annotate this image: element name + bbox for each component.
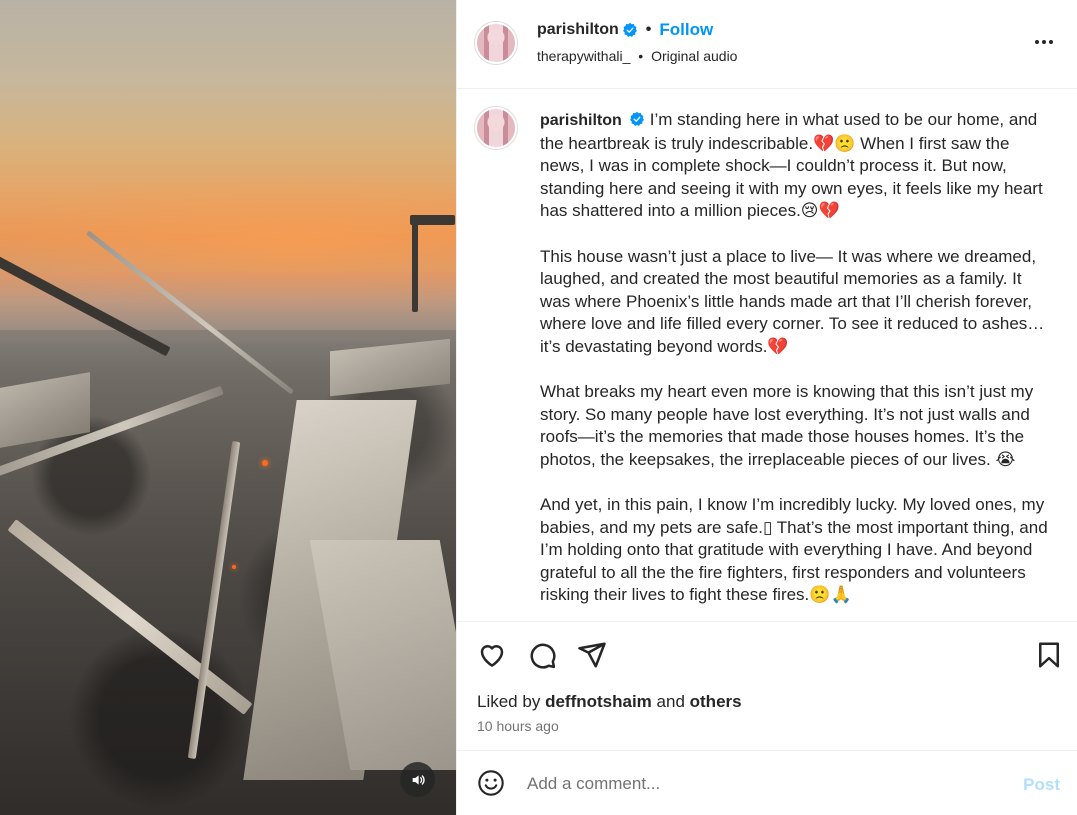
post-actions: Liked by deffnotshaim and others 10 hour… <box>457 621 1077 751</box>
avatar[interactable] <box>475 22 517 64</box>
speaker-icon <box>412 774 425 785</box>
caption-paragraph-3: What breaks my heart even more is knowin… <box>540 382 1034 469</box>
follow-button[interactable]: Follow <box>659 20 713 40</box>
post-header: parishilton • Follow therapywithali_ • O… <box>457 0 1077 89</box>
audio-attribution: therapywithali_ • Original audio <box>537 48 737 64</box>
comment-input[interactable] <box>527 771 1007 797</box>
comment-bar: Post <box>457 751 1077 815</box>
avatar[interactable] <box>475 107 517 149</box>
save-bookmark-icon[interactable] <box>1034 640 1064 670</box>
ember <box>232 565 236 569</box>
verified-badge-icon <box>629 111 644 126</box>
caption-paragraph-2: This house wasn’t just a place to live— … <box>540 246 1045 356</box>
caption-text: parishilton I’m standing here in what use… <box>540 109 1050 621</box>
caption-paragraph-4: And yet, in this pain, I know I’m incred… <box>540 495 1048 605</box>
post-details-panel: parishilton • Follow therapywithali_ • O… <box>456 0 1077 815</box>
comment-bubble-icon[interactable] <box>527 640 557 670</box>
author-row: parishilton • Follow <box>537 20 713 40</box>
liked-others-link[interactable]: others <box>690 692 742 711</box>
post-comment-button[interactable]: Post <box>1023 775 1060 795</box>
wreckage-beam <box>412 222 418 312</box>
emoji-smiley-icon[interactable] <box>477 769 505 797</box>
share-send-icon[interactable] <box>577 640 607 670</box>
liked-by-user-link[interactable]: deffnotshaim <box>545 692 652 711</box>
original-audio-link[interactable]: Original audio <box>651 48 737 64</box>
audio-toggle-button[interactable] <box>400 762 435 797</box>
ember <box>262 460 268 466</box>
author-username[interactable]: parishilton <box>537 21 619 39</box>
post-timestamp[interactable]: 10 hours ago <box>477 718 559 734</box>
likes-summary: Liked by deffnotshaim and others <box>477 692 742 712</box>
caption-paragraph: parishilton I’m standing here in what use… <box>540 109 1050 223</box>
caption-scroll-area[interactable]: parishilton I’m standing here in what use… <box>457 89 1077 621</box>
caption-username[interactable]: parishilton <box>540 112 622 129</box>
verified-badge-icon <box>622 22 637 37</box>
liked-and: and <box>656 692 685 711</box>
separator-dot: • <box>645 21 652 38</box>
post-video[interactable] <box>0 0 456 815</box>
separator-dot: • <box>638 48 644 64</box>
liked-by-prefix: Liked by <box>477 692 541 711</box>
like-heart-icon[interactable] <box>477 640 507 670</box>
audio-user-link[interactable]: therapywithali_ <box>537 48 630 64</box>
more-options-icon[interactable] <box>1032 30 1056 54</box>
